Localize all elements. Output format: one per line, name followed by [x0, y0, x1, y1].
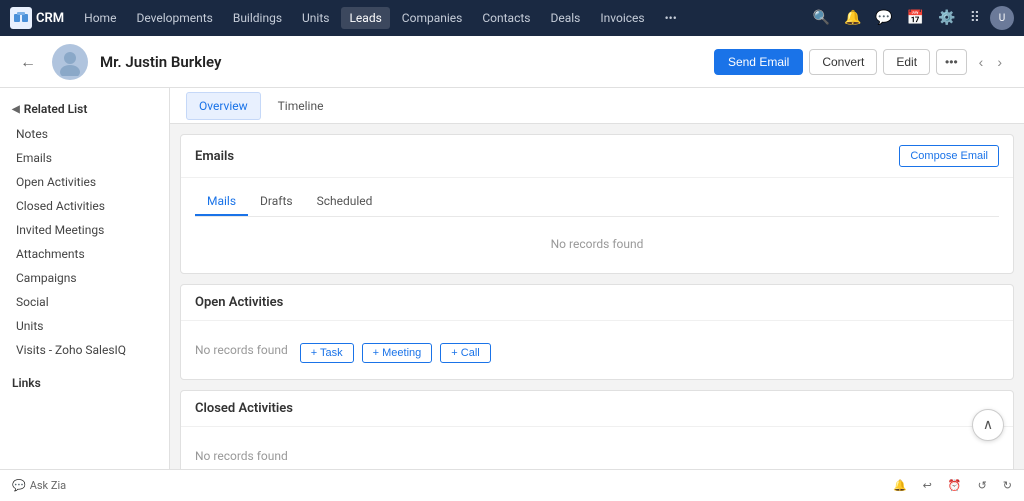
- settings-icon[interactable]: ⚙️: [934, 8, 959, 28]
- email-subtab-drafts[interactable]: Drafts: [248, 188, 305, 216]
- open-activities-card-header: Open Activities: [181, 285, 1013, 321]
- email-subtabs: Mails Drafts Scheduled: [195, 188, 999, 217]
- bottom-icon-4[interactable]: ↺: [978, 479, 987, 492]
- main-layout: ◀ Related List Notes Emails Open Activit…: [0, 88, 1024, 501]
- nav-more[interactable]: •••: [657, 7, 685, 29]
- grid-icon[interactable]: ⠿: [966, 8, 984, 28]
- bottom-icon-1[interactable]: 🔔: [893, 479, 907, 492]
- sidebar-item-open-activities[interactable]: Open Activities: [0, 170, 169, 194]
- open-activities-title: Open Activities: [195, 295, 283, 310]
- search-icon[interactable]: 🔍: [809, 8, 834, 28]
- activity-add-buttons: + Task + Meeting + Call: [300, 343, 491, 363]
- more-actions-button[interactable]: •••: [936, 49, 967, 75]
- related-list-header[interactable]: ◀ Related List: [0, 96, 169, 122]
- app-logo[interactable]: CRM: [10, 7, 64, 29]
- sidebar: ◀ Related List Notes Emails Open Activit…: [0, 88, 170, 501]
- open-activities-no-records: No records found: [195, 331, 288, 369]
- bottom-icon-3[interactable]: ⏰: [948, 479, 962, 492]
- edit-button[interactable]: Edit: [883, 49, 930, 75]
- header-bar: ← Mr. Justin Burkley Send Email Convert …: [0, 36, 1024, 88]
- compose-email-button[interactable]: Compose Email: [899, 145, 999, 167]
- sidebar-item-visits-zoho[interactable]: Visits - Zoho SalesIQ: [0, 338, 169, 362]
- nav-leads[interactable]: Leads: [341, 7, 389, 29]
- emails-card-body: Mails Drafts Scheduled No records found: [181, 178, 1013, 273]
- sidebar-item-closed-activities[interactable]: Closed Activities: [0, 194, 169, 218]
- tab-overview[interactable]: Overview: [186, 92, 261, 120]
- sidebar-item-emails[interactable]: Emails: [0, 146, 169, 170]
- links-header: Links: [0, 370, 169, 396]
- sidebar-item-notes[interactable]: Notes: [0, 122, 169, 146]
- nav-contacts[interactable]: Contacts: [474, 7, 538, 29]
- prev-record-button[interactable]: ‹: [973, 50, 990, 74]
- nav-invoices[interactable]: Invoices: [592, 7, 652, 29]
- email-subtab-scheduled[interactable]: Scheduled: [305, 188, 385, 216]
- bottom-icon-5[interactable]: ↻: [1003, 479, 1012, 492]
- ask-zia-label: Ask Zia: [30, 479, 66, 492]
- zia-icon: 💬: [12, 479, 26, 492]
- open-activities-card: Open Activities No records found + Task …: [180, 284, 1014, 380]
- email-subtab-mails[interactable]: Mails: [195, 188, 248, 216]
- bottom-icon-2[interactable]: ↩: [923, 479, 932, 492]
- page-title: Mr. Justin Burkley: [100, 53, 702, 71]
- top-navigation: CRM Home Developments Buildings Units Le…: [0, 0, 1024, 36]
- sidebar-item-units[interactable]: Units: [0, 314, 169, 338]
- nav-companies[interactable]: Companies: [394, 7, 471, 29]
- nav-deals[interactable]: Deals: [542, 7, 588, 29]
- nav-home[interactable]: Home: [76, 7, 124, 29]
- topnav-icons: 🔍 🔔 💬 📅 ⚙️ ⠿ U: [809, 6, 1014, 30]
- app-name: CRM: [36, 11, 64, 26]
- nav-developments[interactable]: Developments: [128, 7, 220, 29]
- next-record-button[interactable]: ›: [991, 50, 1008, 74]
- sidebar-collapse-icon: ◀: [12, 104, 20, 115]
- user-avatar[interactable]: U: [990, 6, 1014, 30]
- send-email-button[interactable]: Send Email: [714, 49, 803, 75]
- emails-card-header: Emails Compose Email: [181, 135, 1013, 178]
- content-area: Overview Timeline Emails Compose Email M…: [170, 88, 1024, 501]
- sidebar-item-invited-meetings[interactable]: Invited Meetings: [0, 218, 169, 242]
- chat-icon[interactable]: 💬: [871, 8, 896, 28]
- header-actions: Send Email Convert Edit ••• ‹ ›: [714, 49, 1008, 75]
- sidebar-item-campaigns[interactable]: Campaigns: [0, 266, 169, 290]
- emails-no-records: No records found: [195, 225, 999, 263]
- tab-timeline[interactable]: Timeline: [265, 92, 337, 120]
- contact-avatar: [52, 44, 88, 80]
- sidebar-item-social[interactable]: Social: [0, 290, 169, 314]
- emails-card: Emails Compose Email Mails Drafts Schedu…: [180, 134, 1014, 274]
- ask-zia-button[interactable]: 💬 Ask Zia: [12, 479, 66, 492]
- closed-activities-title: Closed Activities: [195, 401, 293, 416]
- related-list-label: Related List: [24, 102, 88, 116]
- calendar-icon[interactable]: 📅: [903, 8, 928, 28]
- scroll-to-top-button[interactable]: ∧: [972, 409, 1004, 441]
- logo-icon: [10, 7, 32, 29]
- nav-units[interactable]: Units: [294, 7, 337, 29]
- open-activities-card-body: No records found + Task + Meeting + Call: [181, 321, 1013, 379]
- add-task-button[interactable]: + Task: [300, 343, 354, 363]
- add-call-button[interactable]: + Call: [440, 343, 490, 363]
- add-meeting-button[interactable]: + Meeting: [362, 343, 433, 363]
- emails-card-title: Emails: [195, 149, 234, 164]
- content-tabs: Overview Timeline: [170, 88, 1024, 124]
- bell-icon[interactable]: 🔔: [840, 8, 865, 28]
- convert-button[interactable]: Convert: [809, 49, 877, 75]
- sidebar-item-attachments[interactable]: Attachments: [0, 242, 169, 266]
- nav-buildings[interactable]: Buildings: [225, 7, 290, 29]
- back-button[interactable]: ←: [16, 48, 40, 76]
- record-navigation: ‹ ›: [973, 50, 1008, 74]
- closed-activities-card-header: Closed Activities: [181, 391, 1013, 427]
- scrollable-content: Emails Compose Email Mails Drafts Schedu…: [170, 124, 1024, 501]
- bottom-bar: 💬 Ask Zia 🔔 ↩ ⏰ ↺ ↻: [0, 469, 1024, 501]
